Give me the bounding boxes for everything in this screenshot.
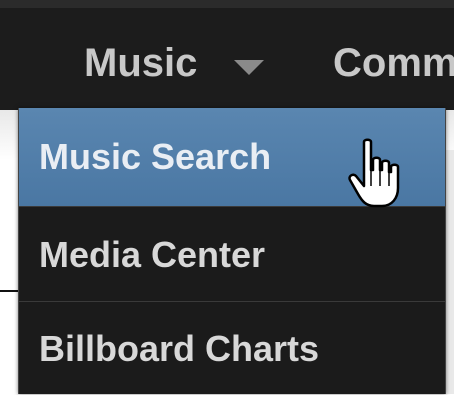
top-navbar: Music Comm bbox=[0, 0, 454, 110]
nav-item-community[interactable]: Comm bbox=[333, 38, 454, 88]
caret-down-icon[interactable] bbox=[234, 60, 264, 75]
nav-item-music[interactable]: Music bbox=[84, 38, 197, 88]
hand-pointer-icon bbox=[348, 138, 400, 208]
menu-item-media-center[interactable]: Media Center bbox=[19, 206, 445, 301]
menu-item-billboard-charts[interactable]: Billboard Charts bbox=[19, 301, 445, 394]
